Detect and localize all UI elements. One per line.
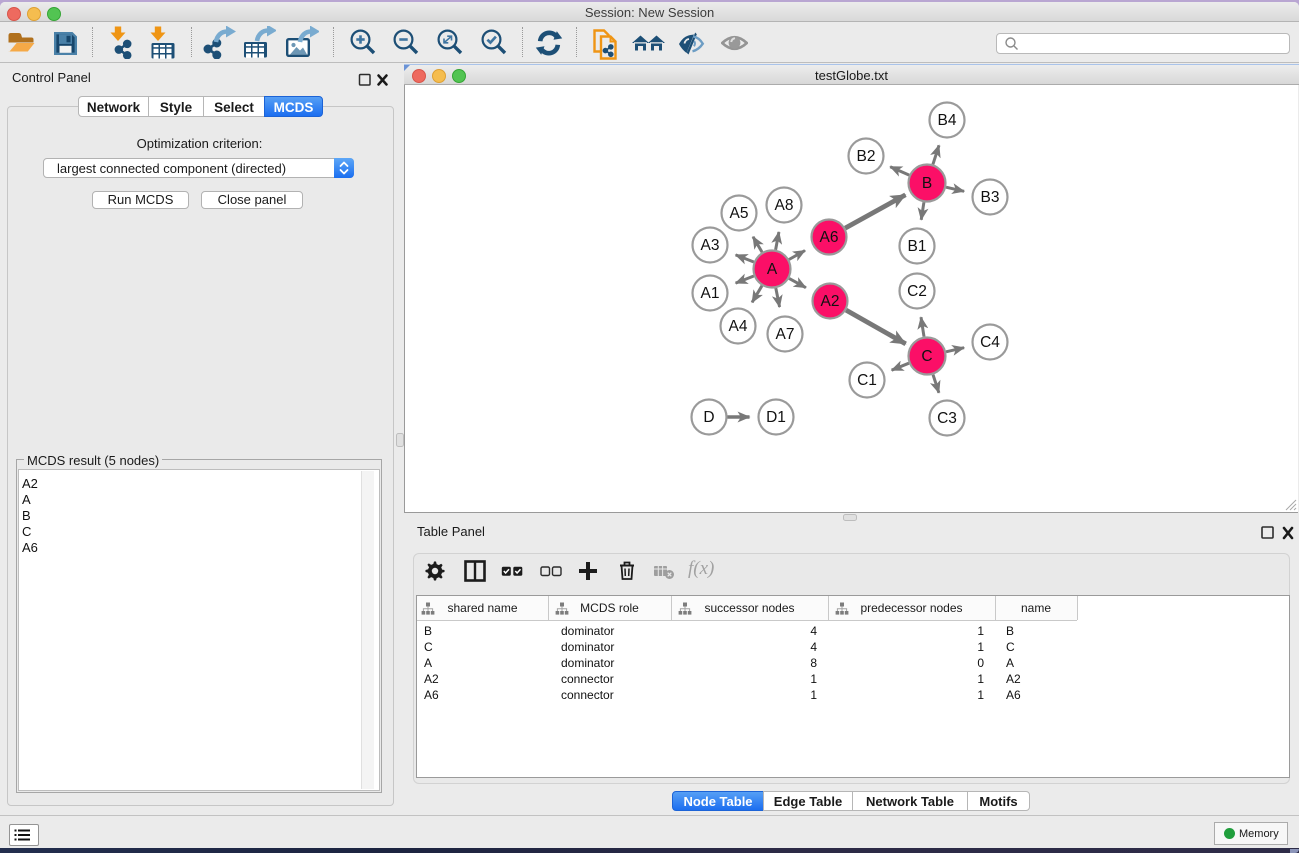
svg-text:A1: A1 — [701, 285, 720, 302]
svg-text:A2: A2 — [821, 293, 840, 310]
svg-text:D: D — [703, 409, 714, 426]
svg-text:C3: C3 — [937, 410, 957, 427]
svg-text:B3: B3 — [981, 189, 1000, 206]
svg-text:C1: C1 — [857, 372, 877, 389]
svg-text:A7: A7 — [776, 326, 795, 343]
svg-text:A4: A4 — [729, 318, 748, 335]
svg-text:A6: A6 — [820, 229, 839, 246]
svg-text:A5: A5 — [730, 205, 749, 222]
svg-text:A3: A3 — [701, 237, 720, 254]
svg-text:B1: B1 — [908, 238, 927, 255]
svg-text:C4: C4 — [980, 334, 1000, 351]
svg-text:C: C — [921, 348, 932, 365]
svg-text:B4: B4 — [938, 112, 957, 129]
svg-text:A: A — [767, 261, 778, 278]
svg-text:B2: B2 — [857, 148, 876, 165]
svg-text:B: B — [922, 175, 932, 192]
svg-text:C2: C2 — [907, 283, 927, 300]
svg-text:A8: A8 — [775, 197, 794, 214]
svg-text:D1: D1 — [766, 409, 786, 426]
